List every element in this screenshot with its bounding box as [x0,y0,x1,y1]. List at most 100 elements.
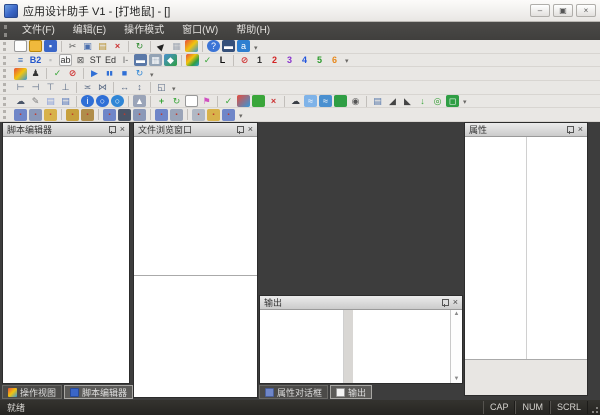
center-vertical-icon[interactable]: ⋈ [96,81,109,93]
properties-grid[interactable] [465,137,587,359]
asset-folder-icon[interactable]: ▪ [170,108,183,121]
asset-folder-icon[interactable]: ▪ [192,108,205,121]
asset-folder-icon[interactable]: ▪ [103,108,116,121]
asset-folder-icon[interactable]: ▪ [207,108,220,121]
circle-tool-icon[interactable]: ○ [96,95,109,108]
play-icon[interactable]: ▶ [88,68,101,80]
label-l-icon[interactable]: L [216,54,229,66]
target-icon[interactable]: ◎ [431,95,444,107]
tab-operation-view[interactable]: 操作视图 [2,385,63,399]
help-icon[interactable]: ? [207,40,220,53]
close-icon[interactable]: × [576,4,596,17]
asset-folder-icon[interactable]: ▪ [29,108,42,121]
menu-window[interactable]: 窗口(W) [173,22,227,40]
circle-tool2-icon[interactable]: ○ [111,95,124,108]
output-title-bar[interactable]: 输出 × [260,296,462,310]
info-icon[interactable]: i [81,95,94,108]
tab-script-editor[interactable]: 脚本编辑器 [64,385,134,399]
minimize-icon[interactable]: – [530,4,550,17]
new-file-icon[interactable] [14,40,27,53]
terrain-icon[interactable] [334,95,347,108]
same-width-icon[interactable]: ↔ [118,81,131,93]
toolbar-overflow-chevron[interactable]: ▾ [345,57,349,66]
toolbar-overflow-chevron[interactable]: ▾ [172,85,176,94]
align-right-icon[interactable]: ⊣ [29,81,42,93]
align-left-icon[interactable]: ⊢ [14,81,27,93]
layer-4-icon[interactable]: 4 [298,54,311,66]
same-size-icon[interactable]: ◱ [155,81,168,93]
report-view-icon[interactable]: ≡ [14,54,27,66]
no-entry-icon[interactable]: ⊘ [238,54,251,66]
actor-icon[interactable]: ♟ [29,68,42,80]
output-pane-right[interactable] [353,310,450,383]
toolbar-overflow-chevron[interactable]: ▾ [239,112,243,121]
wave-light-icon[interactable]: ≈ [304,95,317,108]
asset-folder-icon[interactable]: ▪ [66,108,79,121]
file-browser-content[interactable] [134,137,257,397]
layer-2-icon[interactable]: 2 [268,54,281,66]
line-control-icon[interactable]: I- [119,54,132,66]
palette-icon[interactable] [185,40,198,53]
button-control-icon[interactable]: B2 [29,54,42,66]
layers-dark-icon[interactable]: ▤ [59,95,72,107]
toolbar-overflow-chevron[interactable]: ▾ [254,44,258,53]
output-scrollbar[interactable]: ▲ ▼ [450,310,462,383]
dim-control-icon[interactable]: ▪ [44,54,57,66]
maximize-icon[interactable]: ▣ [553,4,573,17]
asset-folder-icon[interactable]: ▪ [133,108,146,121]
scroll-up-icon[interactable]: ▲ [454,311,460,317]
menu-grip[interactable] [4,25,7,37]
green-block-icon[interactable] [252,95,265,108]
drop-icon[interactable]: ↓ [416,95,429,107]
resize-grip[interactable] [588,401,600,414]
close-icon[interactable]: × [248,125,253,134]
layer-1-icon[interactable]: 1 [253,54,266,66]
cut-icon[interactable]: ✂ [66,40,79,52]
pin-icon[interactable] [236,125,244,134]
align-bottom-icon[interactable]: ⊥ [59,81,72,93]
asset-folder-icon[interactable]: ▪ [44,108,57,121]
wave-dark-icon[interactable]: ≈ [319,95,332,108]
stop-icon[interactable]: ■ [118,68,131,80]
close-icon[interactable]: × [578,125,583,134]
monitor-control-icon[interactable]: ▬ [134,54,147,66]
tab-output[interactable]: 输出 [330,385,373,399]
language-icon[interactable]: a [237,40,250,53]
menu-operation-mode[interactable]: 操作模式 [115,22,173,40]
editbox-control-icon[interactable]: ab [59,54,72,66]
delete-icon[interactable]: × [111,40,124,52]
asset-folder-icon[interactable]: ▪ [222,108,235,121]
menu-file[interactable]: 文件(F) [13,22,64,40]
run-check-icon[interactable]: ✓ [51,68,64,80]
checkbox-control-icon[interactable]: ⊠ [74,54,87,66]
center-horizontal-icon[interactable]: ≍ [81,81,94,93]
cursor-tool-icon[interactable]: ▶ [155,40,168,52]
move-icon[interactable]: + [155,95,168,107]
script-editor-content[interactable] [3,137,129,383]
grid-colors-icon[interactable] [186,54,199,66]
pause-icon[interactable]: ▮▮ [103,68,116,80]
align-top-icon[interactable]: ⊤ [44,81,57,93]
properties-title-bar[interactable]: 属性 × [465,123,587,137]
cloud-dark-icon[interactable]: ☁ [289,95,302,107]
file-browser-title-bar[interactable]: 文件浏览窗口 × [134,123,257,137]
save-icon[interactable]: ▪ [44,40,57,53]
same-height-icon[interactable]: ↕ [133,81,146,93]
asset-folder-icon[interactable]: ▪ [81,108,94,121]
paste-icon[interactable]: ▤ [96,40,109,52]
asset-folder-icon[interactable]: ▪ [14,108,27,121]
menu-edit[interactable]: 编辑(E) [64,22,115,40]
pencil-icon[interactable]: ✎ [29,95,42,107]
export-run-icon[interactable]: ↻ [133,40,146,52]
layer-3-icon[interactable]: 3 [283,54,296,66]
script-editor-title-bar[interactable]: 脚本编辑器 × [3,123,129,137]
scroll-down-icon[interactable]: ▼ [454,376,460,382]
flag-icon[interactable]: ⚑ [200,95,213,107]
open-folder-icon[interactable] [29,40,42,53]
bird-right-icon[interactable]: ◣ [401,95,414,107]
layer-5-icon[interactable]: 5 [313,54,326,66]
output-splitter[interactable] [344,310,353,383]
loop-icon[interactable]: ↻ [133,68,146,80]
pin-icon[interactable] [566,125,574,134]
keyboard-control-icon[interactable]: ▦ [149,54,162,66]
